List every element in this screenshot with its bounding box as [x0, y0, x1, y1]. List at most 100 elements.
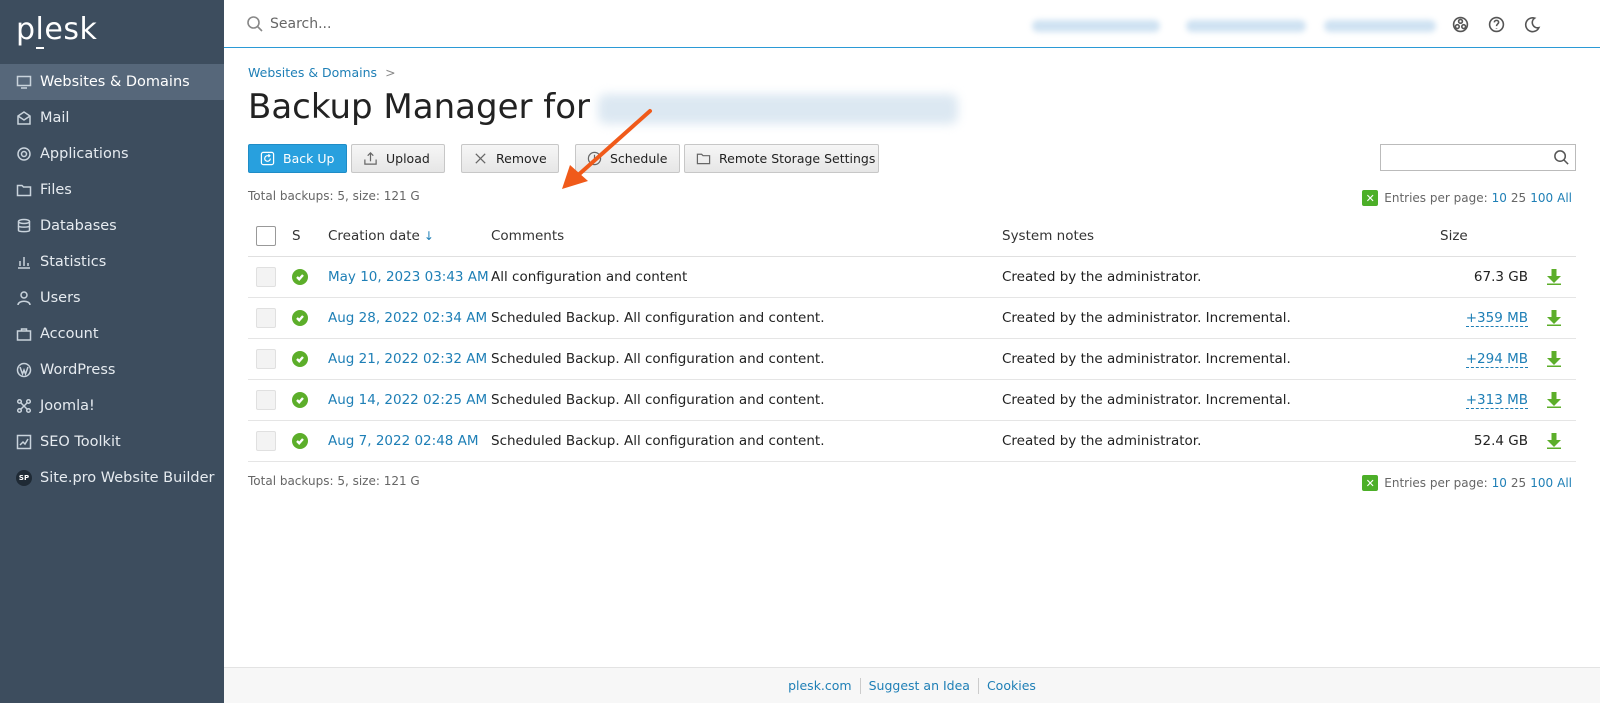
mail-icon [16, 110, 32, 126]
sidebar-item-databases[interactable]: Databases [0, 208, 224, 244]
total-backups-bottom: Total backups: 5, size: 121 G [248, 474, 420, 488]
monitor-icon [16, 74, 32, 90]
size-header[interactable]: Size [1440, 216, 1532, 257]
sidebar-item-files[interactable]: Files [0, 172, 224, 208]
remote-storage-settings-button[interactable]: Remote Storage Settings [684, 144, 879, 173]
success-check-icon [292, 350, 308, 367]
search-icon [246, 15, 264, 33]
backup-date-link[interactable]: Aug 14, 2022 02:25 AM [328, 392, 487, 408]
table-row[interactable]: Aug 28, 2022 02:34 AM Scheduled Backup. A… [248, 297, 1576, 339]
entries-option-all[interactable]: All [1557, 191, 1572, 205]
sidebar-item-wordpress[interactable]: WordPress [0, 352, 224, 388]
sidebar-item-applications[interactable]: Applications [0, 136, 224, 172]
list-search-input[interactable] [1381, 145, 1549, 170]
sidebar-item-joomla[interactable]: Joomla! [0, 388, 224, 424]
row-size-cell: 52.4 GB [1440, 420, 1532, 462]
gear-icon [16, 146, 32, 162]
sidebar-item-websites-domains[interactable]: Websites & Domains [0, 64, 224, 100]
help-icon[interactable] [1486, 14, 1506, 34]
entries-option-100[interactable]: 100 [1530, 476, 1553, 490]
footer: plesk.com Suggest an Idea Cookies [224, 667, 1600, 703]
entries-option-10[interactable]: 10 [1492, 191, 1507, 205]
row-checkbox[interactable] [256, 266, 276, 287]
table-row[interactable]: May 10, 2023 03:43 AM All configuration a… [248, 256, 1576, 298]
redacted-domain-name [598, 93, 959, 124]
backup-date-link[interactable]: Aug 28, 2022 02:34 AM [328, 310, 487, 326]
sidebar-item-seo-toolkit[interactable]: SEO Toolkit [0, 424, 224, 460]
sidebar-item-label: Statistics [40, 254, 107, 270]
success-check-icon [292, 432, 308, 449]
search-icon[interactable] [1553, 149, 1571, 167]
footer-link-plesk[interactable]: plesk.com [780, 678, 860, 693]
backup-date-link[interactable]: Aug 21, 2022 02:32 AM [328, 351, 487, 367]
entries-option-100[interactable]: 100 [1530, 191, 1553, 205]
backup-date-link[interactable]: Aug 7, 2022 02:48 AM [328, 433, 479, 449]
sidebar-item-statistics[interactable]: Statistics [0, 244, 224, 280]
row-size-cell: +359 MB [1440, 297, 1532, 339]
creation-date-header-label: Creation date [328, 227, 420, 244]
row-system-notes: Created by the administrator. [1002, 420, 1440, 462]
back-up-button[interactable]: Back Up [248, 144, 347, 173]
system-notes-header[interactable]: System notes [1002, 216, 1440, 257]
download-icon[interactable] [1547, 432, 1561, 449]
breadcrumb-link[interactable]: Websites & Domains [248, 65, 377, 80]
entries-option-25: 25 [1510, 476, 1527, 490]
list-search-box [1380, 144, 1576, 171]
creation-date-header[interactable]: Creation date ↓ [328, 216, 491, 257]
sidebar-item-mail[interactable]: Mail [0, 100, 224, 136]
remove-button[interactable]: Remove [461, 144, 559, 173]
row-checkbox[interactable] [256, 348, 276, 369]
download-icon[interactable] [1547, 309, 1561, 326]
upload-icon [362, 151, 378, 167]
status-header[interactable]: S [292, 216, 328, 257]
sitepro-badge: SP [16, 470, 32, 486]
excel-export-icon[interactable]: ✕ [1362, 475, 1379, 491]
sidebar-item-label: Applications [40, 146, 129, 162]
comments-header[interactable]: Comments [491, 216, 1002, 257]
row-checkbox[interactable] [256, 430, 276, 451]
backup-size[interactable]: +359 MB [1465, 309, 1528, 327]
entries-option-10[interactable]: 10 [1492, 476, 1507, 490]
excel-export-icon[interactable]: ✕ [1362, 190, 1379, 206]
backup-size[interactable]: +294 MB [1465, 350, 1528, 368]
upload-button[interactable]: Upload [351, 144, 445, 173]
clock-icon [586, 151, 602, 167]
select-all-checkbox[interactable] [256, 225, 276, 246]
row-download-cell [1532, 379, 1576, 421]
entries-option-all[interactable]: All [1557, 476, 1572, 490]
redacted-customer-selector[interactable] [1186, 20, 1306, 32]
row-checkbox[interactable] [256, 307, 276, 328]
sidebar-item-label: Users [40, 290, 81, 306]
table-row[interactable]: Aug 21, 2022 02:32 AM Scheduled Backup. A… [248, 338, 1576, 380]
row-checkbox[interactable] [256, 389, 276, 410]
main-content: Websites & Domains > Backup Manager for B… [224, 49, 1600, 667]
footer-link-cookies[interactable]: Cookies [979, 678, 1044, 693]
dark-mode-icon[interactable] [1522, 14, 1542, 34]
backup-size[interactable]: +313 MB [1465, 391, 1528, 409]
backup-size: 52.4 GB [1473, 432, 1528, 449]
footer-link-suggest-idea[interactable]: Suggest an Idea [861, 678, 978, 693]
sidebar-item-account[interactable]: Account [0, 316, 224, 352]
table-row[interactable]: Aug 14, 2022 02:25 AM Scheduled Backup. A… [248, 379, 1576, 421]
sidebar-item-users[interactable]: Users [0, 280, 224, 316]
download-icon[interactable] [1547, 391, 1561, 408]
sidebar-item-sitepro[interactable]: SP Site.pro Website Builder [0, 460, 224, 496]
folder-icon [16, 182, 32, 198]
table-row[interactable]: Aug 7, 2022 02:48 AM Scheduled Backup. Al… [248, 420, 1576, 462]
global-search-input[interactable] [270, 11, 570, 37]
page-title: Backup Manager for [248, 87, 959, 127]
download-icon[interactable] [1547, 268, 1561, 285]
seo-icon [16, 434, 32, 450]
redacted-subscription-selector[interactable] [1032, 20, 1160, 32]
sidebar-item-label: Site.pro Website Builder [40, 470, 215, 486]
download-icon[interactable] [1547, 350, 1561, 367]
backup-date-link[interactable]: May 10, 2023 03:43 AM [328, 269, 489, 285]
extensions-icon[interactable] [1450, 14, 1470, 34]
schedule-button[interactable]: Schedule [575, 144, 680, 173]
total-backups-top: Total backups: 5, size: 121 G [248, 189, 420, 203]
row-comment: Scheduled Backup. All configuration and … [491, 338, 1002, 380]
plesk-logo[interactable]: plesk [16, 12, 97, 49]
redacted-user-menu[interactable] [1324, 20, 1436, 32]
remove-label: Remove [496, 151, 547, 166]
row-system-notes: Created by the administrator. Incrementa… [1002, 338, 1440, 380]
